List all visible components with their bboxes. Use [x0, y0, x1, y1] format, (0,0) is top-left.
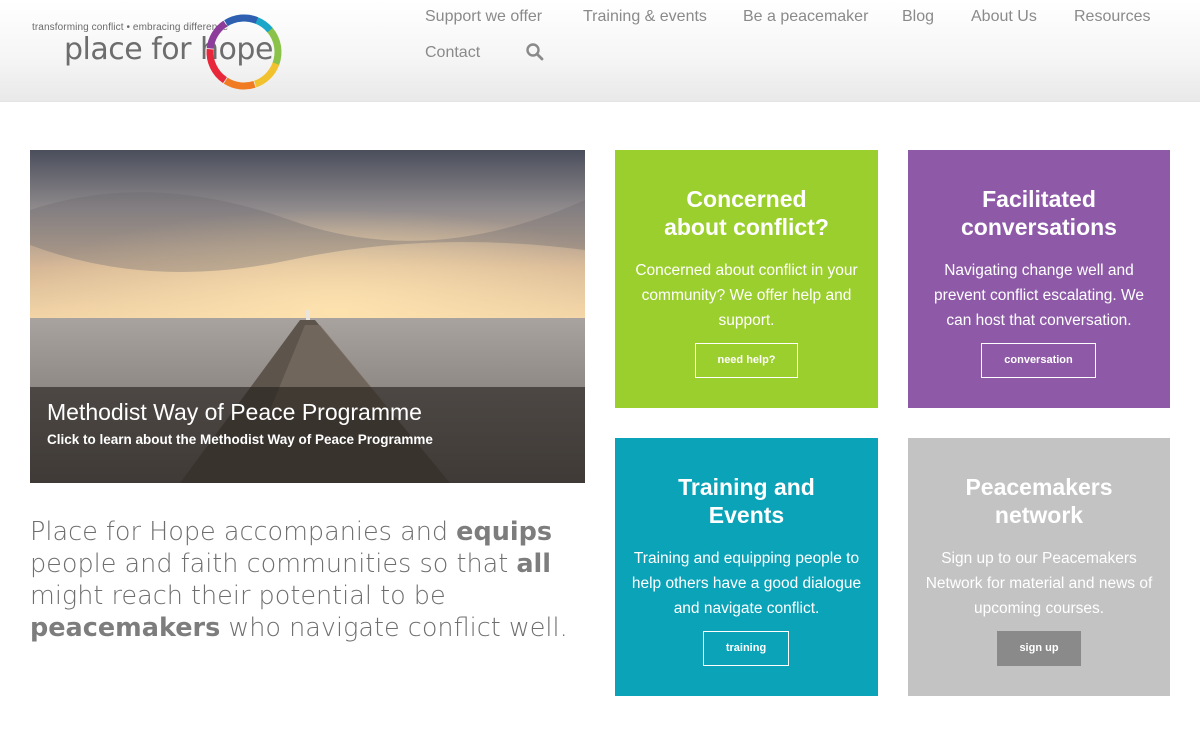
intro-part-4: who navigate conflict well. — [220, 613, 568, 643]
nav-be-a-peacemaker[interactable]: Be a peacemaker — [743, 8, 868, 26]
intro-bold-equips: equips — [456, 517, 553, 547]
nav-about-us[interactable]: About Us — [971, 8, 1037, 26]
card-peacemakers-network: Peacemakers network Sign up to our Peace… — [908, 438, 1170, 696]
card-title: Facilitated conversations — [961, 186, 1117, 240]
intro-part-1: Place for Hope accompanies and — [30, 517, 457, 547]
logo-ring-icon — [206, 14, 282, 90]
hero-banner[interactable]: Methodist Way of Peace Programme Click t… — [30, 150, 585, 483]
nav-support-we-offer[interactable]: Support we offer — [425, 8, 542, 26]
card-training-and-events: Training and Events Training and equippi… — [615, 438, 878, 696]
card-title: Training and Events — [678, 474, 815, 528]
card-text: Concerned about conflict in your communi… — [635, 262, 858, 329]
intro-part-3: might reach their potential to be — [30, 581, 446, 611]
hero-subtitle: Click to learn about the Methodist Way o… — [47, 432, 433, 447]
hero-caption: Methodist Way of Peace Programme Click t… — [30, 387, 585, 483]
intro-bold-peacemakers: peacemakers — [30, 613, 221, 643]
search-icon[interactable] — [525, 42, 545, 62]
site-logo[interactable]: transforming conflict • embracing differ… — [30, 8, 290, 98]
intro-bold-all: all — [516, 549, 552, 579]
card-text: Sign up to our Peacemakers Network for m… — [925, 550, 1153, 617]
nav-blog[interactable]: Blog — [902, 8, 934, 26]
nav-training-events[interactable]: Training & events — [583, 8, 707, 26]
card-title: Peacemakers network — [965, 474, 1113, 528]
nav-contact[interactable]: Contact — [425, 44, 480, 62]
hero-title: Methodist Way of Peace Programme — [47, 399, 422, 425]
site-header: transforming conflict • embracing differ… — [0, 0, 1200, 102]
training-button[interactable]: training — [703, 631, 789, 666]
need-help-button[interactable]: need help? — [695, 343, 798, 378]
card-text: Navigating change well and prevent confl… — [934, 262, 1144, 329]
card-title: Concerned about conflict? — [664, 186, 829, 240]
conversation-button[interactable]: conversation — [981, 343, 1096, 378]
sign-up-button[interactable]: sign up — [997, 631, 1081, 666]
nav-resources[interactable]: Resources — [1074, 8, 1150, 26]
card-facilitated-conversations: Facilitated conversations Navigating cha… — [908, 150, 1170, 408]
intro-text: Place for Hope accompanies and equips pe… — [30, 516, 590, 644]
card-text: Training and equipping people to help ot… — [631, 550, 862, 617]
card-concerned-about-conflict: Concerned about conflict? Concerned abou… — [615, 150, 878, 408]
intro-part-2: people and faith communities so that — [30, 549, 517, 579]
